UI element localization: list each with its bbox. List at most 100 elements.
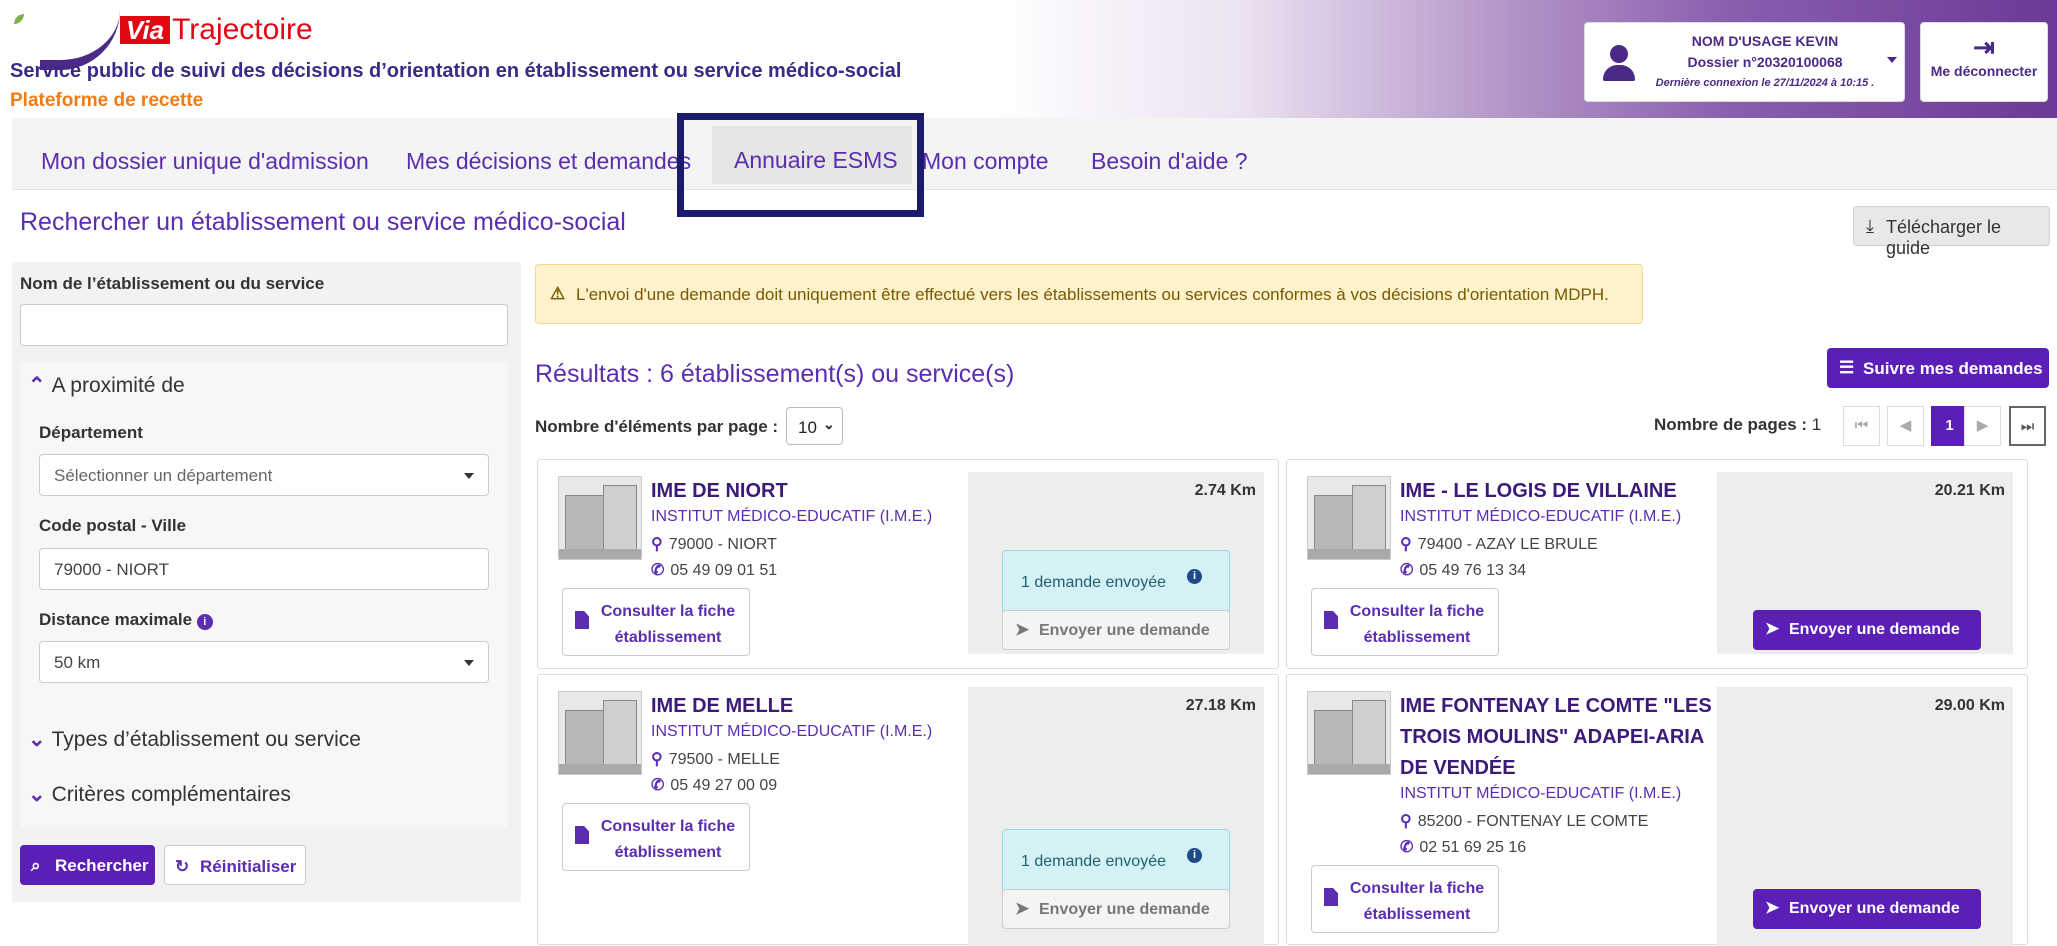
info-icon: i: [1187, 569, 1202, 584]
sign-out-icon: ⇥: [1973, 32, 1995, 62]
request-panel: 20.21 Km ➤ Envoyer une demande: [1717, 472, 2013, 654]
logout-button[interactable]: ⇥ Me déconnecter: [1920, 22, 2048, 102]
phone-icon: ✆: [1400, 562, 1414, 579]
user-menu[interactable]: NOM D'USAGE KEVIN Dossier n°20320100068 …: [1584, 22, 1905, 102]
download-guide-button[interactable]: ⤓ Télécharger le guide: [1853, 206, 2050, 258]
user-name: NOM D'USAGE KEVIN: [1691, 33, 1839, 49]
establishment-phone: ✆ 02 51 69 25 16: [1400, 839, 1527, 856]
header-title: Service public de suivi des décisions d’…: [10, 60, 902, 82]
prev-page-button[interactable]: ◀: [1887, 406, 1924, 446]
proximity-toggle[interactable]: ⌃ A proximité de: [28, 373, 185, 398]
info-icon: i: [1187, 848, 1202, 863]
pages-count: Nombre de pages : 1: [1654, 415, 1822, 434]
phone-icon: ✆: [1400, 839, 1414, 856]
tab-mon-compte[interactable]: Mon compte: [922, 148, 1049, 175]
name-input[interactable]: [20, 304, 508, 346]
view-fiche-button[interactable]: Consulter la fiche établissement: [562, 803, 750, 871]
send-request-button[interactable]: ➤ Envoyer une demande: [1753, 610, 1981, 650]
criteres-toggle[interactable]: ⌄ Critères complémentaires: [28, 782, 291, 807]
establishment-name[interactable]: IME FONTENAY LE COMTE "LES TROIS MOULINS…: [1400, 691, 1715, 784]
send-request-button[interactable]: ➤ Envoyer une demande: [1753, 889, 1981, 929]
tab-decisions-demandes[interactable]: Mes décisions et demandes: [406, 148, 691, 175]
paper-plane-icon: ➤: [1765, 898, 1780, 917]
establishment-name[interactable]: IME - LE LOGIS DE VILLAINE: [1400, 476, 1715, 507]
download-icon: ⤓: [1866, 216, 1874, 236]
establishment-address: ⚲ 79000 - NIORT: [651, 536, 777, 553]
warning-alert: ⚠ L'envoi d'une demande doit uniquement …: [535, 264, 1643, 324]
send-request-button-disabled: ➤ Envoyer une demande: [1002, 610, 1230, 650]
first-page-button[interactable]: ⏮: [1843, 406, 1880, 446]
view-fiche-button[interactable]: Consulter la fiche établissement: [1311, 588, 1499, 656]
distance-select[interactable]: 50 km: [39, 641, 489, 683]
name-label: Nom de l’établissement ou du service: [20, 274, 325, 293]
tab-besoin-aide[interactable]: Besoin d'aide ?: [1091, 148, 1248, 175]
last-page-button[interactable]: ⏭: [2009, 406, 2046, 446]
result-card: IME DE MELLE INSTITUT MÉDICO-EDUCATIF (I…: [537, 674, 1279, 946]
request-panel: 27.18 Km 1 demande envoyée i ➤ Envoyer une…: [968, 687, 1264, 946]
chevron-down-icon: ⌄: [28, 783, 46, 806]
page-1-button[interactable]: 1: [1931, 406, 1968, 446]
file-icon: [575, 826, 589, 844]
establishment-phone: ✆ 05 49 09 01 51: [651, 562, 778, 579]
info-icon: i: [196, 614, 213, 630]
establishment-type: INSTITUT MÉDICO-EDUCATIF (I.M.E.): [651, 508, 933, 525]
establishment-image: [558, 691, 642, 775]
caret-down-icon: [464, 660, 474, 666]
page-title: Rechercher un établissement ou service m…: [20, 208, 626, 236]
request-sent-badge: 1 demande envoyée i: [1002, 550, 1230, 614]
search-icon: ⌕: [31, 856, 41, 875]
search-button[interactable]: ⌕ Rechercher: [20, 845, 155, 885]
tab-dossier-admission[interactable]: Mon dossier unique d'admission: [41, 148, 369, 175]
caret-down-icon[interactable]: [1887, 57, 1897, 63]
user-dossier-number: Dossier n°20320100068: [1687, 54, 1843, 70]
phone-icon: ✆: [651, 562, 665, 579]
establishment-name[interactable]: IME DE NIORT: [651, 476, 966, 507]
request-panel: 2.74 Km 1 demande envoyée i ➤ Envoyer une …: [968, 472, 1264, 654]
viatrajectoire-logo[interactable]: Via Trajectoire: [120, 15, 313, 46]
view-fiche-button[interactable]: Consulter la fiche établissement: [1311, 865, 1499, 933]
establishment-image: [558, 476, 642, 560]
distance-value: 2.74 Km: [1194, 482, 1256, 499]
chevron-down-icon: ⌄: [823, 416, 835, 432]
send-request-button-disabled: ➤ Envoyer une demande: [1002, 889, 1230, 929]
request-sent-badge: 1 demande envoyée i: [1002, 829, 1230, 893]
per-page-select[interactable]: 10 ⌄: [786, 407, 843, 445]
paper-plane-icon: ➤: [1015, 620, 1030, 639]
request-panel: 29.00 Km ➤ Envoyer une demande: [1717, 687, 2013, 946]
distance-label: Distance maximale i: [39, 610, 213, 630]
establishment-address: ⚲ 79400 - AZAY LE BRULE: [1400, 536, 1598, 553]
code-postal-input[interactable]: 79000 - NIORT: [39, 548, 489, 590]
types-toggle[interactable]: ⌄ Types d’établissement ou service: [28, 727, 361, 752]
main-nav: Mon dossier unique d'admission Mes décis…: [12, 118, 2057, 190]
map-marker-icon: ⚲: [1400, 813, 1412, 830]
map-marker-icon: ⚲: [1400, 536, 1412, 553]
view-fiche-button[interactable]: Consulter la fiche établissement: [562, 588, 750, 656]
establishment-type: INSTITUT MÉDICO-EDUCATIF (I.M.E.): [1400, 508, 1682, 525]
per-page-label: Nombre d'éléments par page :: [535, 417, 779, 436]
establishment-address: ⚲ 85200 - FONTENAY LE COMTE: [1400, 813, 1649, 830]
establishment-type: INSTITUT MÉDICO-EDUCATIF (I.M.E.): [651, 723, 933, 740]
user-icon: [1599, 43, 1637, 83]
result-card: IME - LE LOGIS DE VILLAINE INSTITUT MÉDI…: [1286, 459, 2028, 669]
next-page-button[interactable]: ▶: [1964, 406, 2001, 446]
follow-requests-button[interactable]: ☰ Suivre mes demandes: [1827, 348, 2049, 388]
file-icon: [1324, 611, 1338, 629]
establishment-address: ⚲ 79500 - MELLE: [651, 751, 780, 768]
phone-icon: ✆: [651, 777, 665, 794]
caret-down-icon: [464, 473, 474, 479]
reset-button[interactable]: ↻ Réinitialiser: [164, 845, 306, 885]
distance-value: 27.18 Km: [1185, 697, 1256, 714]
result-card: IME FONTENAY LE COMTE "LES TROIS MOULINS…: [1286, 674, 2028, 946]
result-card: IME DE NIORT INSTITUT MÉDICO-EDUCATIF (I…: [537, 459, 1279, 669]
establishment-name[interactable]: IME DE MELLE: [651, 691, 966, 722]
tab-highlight-frame: [677, 113, 924, 217]
warning-icon: ⚠: [550, 284, 566, 303]
paper-plane-icon: ➤: [1015, 899, 1030, 918]
code-postal-label: Code postal - Ville: [39, 516, 187, 535]
establishment-phone: ✆ 05 49 76 13 34: [1400, 562, 1527, 579]
map-marker-icon: ⚲: [651, 751, 663, 768]
distance-value: 29.00 Km: [1934, 697, 2005, 714]
establishment-phone: ✆ 05 49 27 00 09: [651, 777, 778, 794]
departement-select[interactable]: Sélectionner un département: [39, 454, 489, 496]
results-title: Résultats : 6 établissement(s) ou servic…: [535, 360, 1015, 388]
